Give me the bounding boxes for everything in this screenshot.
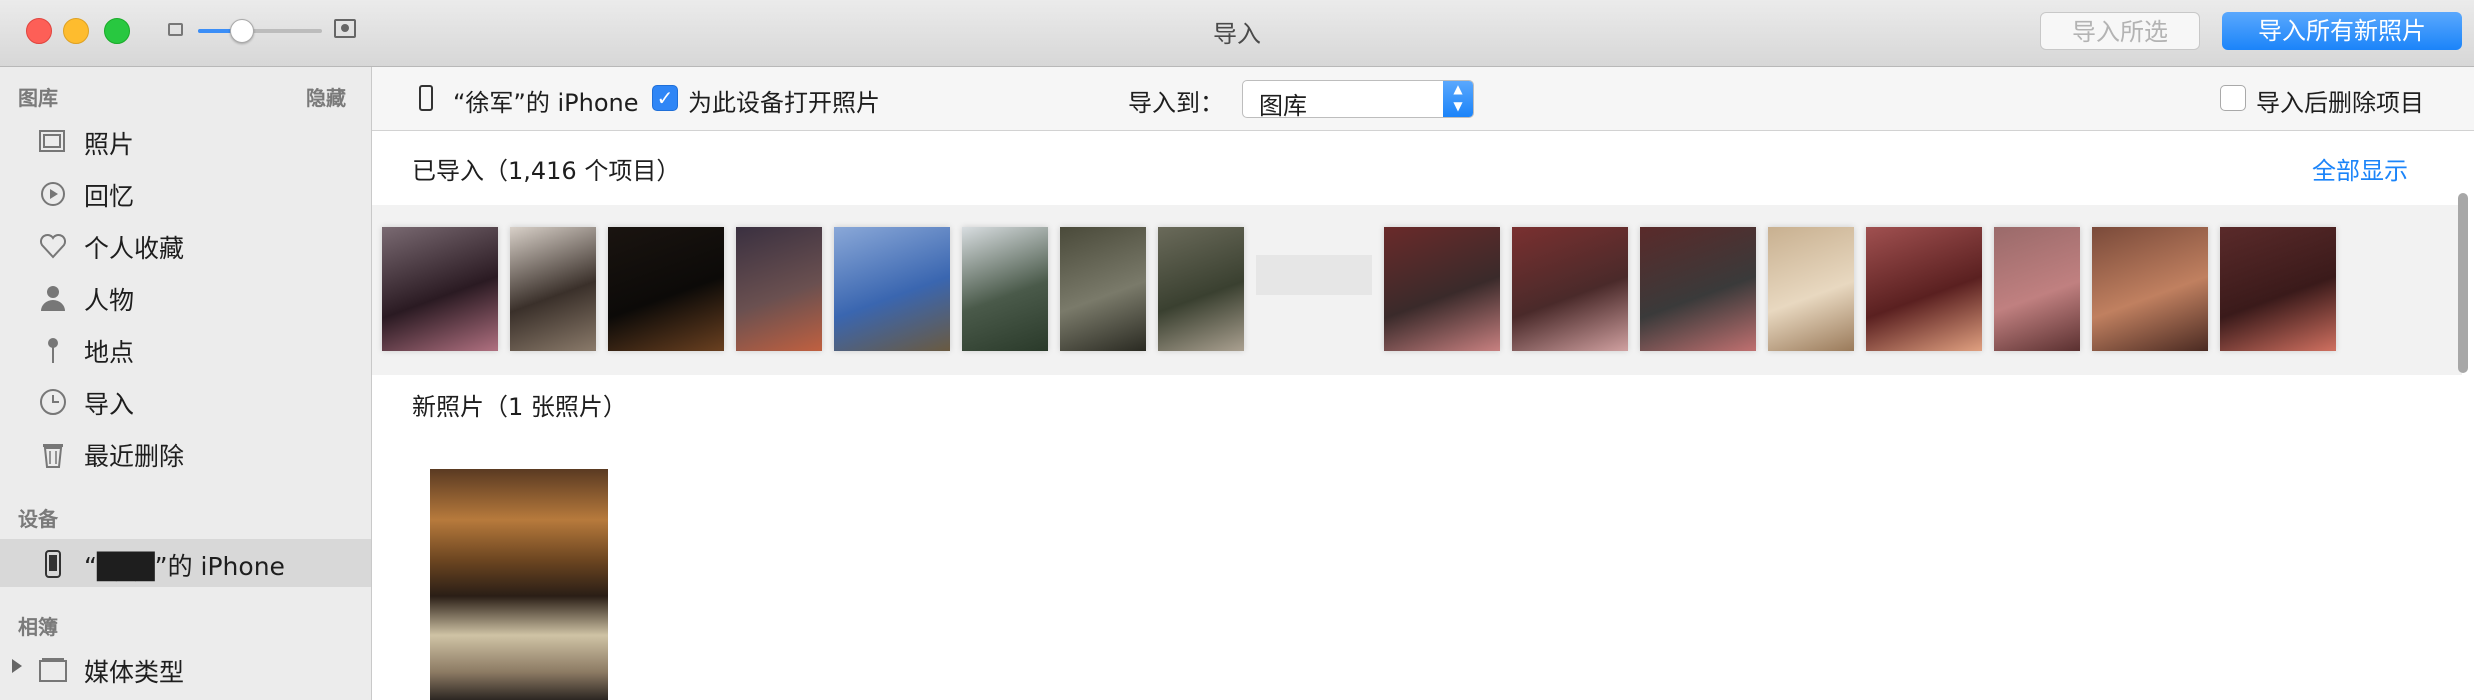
sidebar-item-label: 照片 <box>84 130 135 159</box>
import-selected-button[interactable]: 导入所选 <box>2040 12 2200 50</box>
import-destination-select[interactable]: 图库 ▲ ▼ <box>1242 80 1474 120</box>
iphone-icon <box>45 550 61 578</box>
import-toolbar: “徐军”的 iPhone ✓ 为此设备打开照片 导入到： 图库 ▲ ▼ 导入后删除… <box>372 67 2474 131</box>
sidebar-item-places[interactable]: 地点 <box>0 325 371 373</box>
imported-thumbnail[interactable] <box>1060 227 1146 351</box>
sidebar-item-photos[interactable]: 照片 <box>0 117 371 165</box>
album-folder-icon <box>39 658 67 682</box>
sidebar-item-label: 回忆 <box>84 182 135 211</box>
sidebar-item-favorites[interactable]: 个人收藏 <box>0 221 371 269</box>
sidebar-item-imports[interactable]: 导入 <box>0 377 371 425</box>
sidebar-item-iphone[interactable]: “███”的 iPhone <box>0 539 371 587</box>
sidebar: 图库 隐藏 照片 回忆 个人收藏 人物 地点 导入 最近删除 设备 “███”的… <box>0 67 372 700</box>
heart-icon <box>39 233 67 259</box>
imported-thumbnail[interactable] <box>736 227 822 351</box>
imported-thumbnail[interactable] <box>1640 227 1756 351</box>
sidebar-item-memories[interactable]: 回忆 <box>0 169 371 217</box>
imported-thumbnail[interactable] <box>1994 227 2080 351</box>
imported-thumbnail[interactable] <box>1866 227 1982 351</box>
vertical-scrollbar[interactable] <box>2458 193 2468 373</box>
disclosure-triangle-icon[interactable] <box>12 659 22 673</box>
hide-library-link[interactable]: 隐藏 <box>306 82 346 111</box>
sidebar-item-label: 媒体类型 <box>84 658 185 687</box>
sidebar-item-label: 个人收藏 <box>84 234 185 263</box>
sidebar-item-people[interactable]: 人物 <box>0 273 371 321</box>
clock-icon <box>40 389 66 415</box>
sidebar-item-label: 导入 <box>84 390 135 419</box>
sidebar-item-recently-deleted[interactable]: 最近删除 <box>0 429 371 477</box>
photos-icon <box>39 130 65 152</box>
imported-thumbnail[interactable] <box>2220 227 2336 351</box>
trash-icon <box>43 444 63 468</box>
imported-thumbnail[interactable] <box>608 227 724 351</box>
iphone-icon <box>419 85 433 111</box>
person-icon <box>41 286 65 311</box>
already-imported-title: 已导入（1,416 个项目） <box>412 157 681 185</box>
imported-thumbnail[interactable] <box>834 227 950 351</box>
import-to-label: 导入到： <box>1128 89 1224 117</box>
imported-thumbnail[interactable] <box>1256 255 1372 295</box>
sidebar-item-label: 地点 <box>84 338 135 367</box>
select-arrows-icon: ▲ ▼ <box>1443 81 1473 117</box>
imported-thumbnail[interactable] <box>510 227 596 351</box>
imported-thumbnail[interactable] <box>2092 227 2208 351</box>
imported-thumbnail[interactable] <box>1158 227 1244 351</box>
sidebar-section-albums: 相簿 <box>18 615 58 639</box>
delete-after-import-checkbox[interactable] <box>2220 85 2246 111</box>
select-value: 图库 <box>1259 92 1307 120</box>
device-label: “███”的 iPhone <box>84 552 285 581</box>
new-photo-thumbnail[interactable] <box>430 469 608 700</box>
sidebar-item-label: 最近删除 <box>84 442 185 471</box>
title-bar: 导入 导入所选 导入所有新照片 <box>0 0 2474 67</box>
pin-icon <box>48 338 58 363</box>
import-content: 已导入（1,416 个项目） 全部显示 新照片（1 张照片） <box>372 131 2474 700</box>
show-all-link[interactable]: 全部显示 <box>2312 151 2408 186</box>
device-name: “徐军”的 iPhone <box>453 89 639 117</box>
sidebar-section-library: 图库 <box>18 86 58 110</box>
import-all-new-button[interactable]: 导入所有新照片 <box>2222 12 2462 50</box>
imported-thumbnail[interactable] <box>962 227 1048 351</box>
sidebar-item-media-types[interactable]: 媒体类型 <box>0 645 371 693</box>
imported-thumbnail[interactable] <box>1384 227 1500 351</box>
delete-after-import-label[interactable]: 导入后删除项目 <box>2256 83 2424 118</box>
imported-thumbnail-strip <box>372 205 2462 375</box>
open-photos-checkbox[interactable]: ✓ <box>652 85 678 111</box>
new-photos-title: 新照片（1 张照片） <box>412 393 627 421</box>
sidebar-section-devices: 设备 <box>18 507 58 531</box>
memories-icon <box>41 182 65 206</box>
open-photos-label[interactable]: 为此设备打开照片 <box>688 83 880 118</box>
sidebar-item-label: 人物 <box>84 286 135 315</box>
imported-thumbnail[interactable] <box>382 227 498 351</box>
imported-thumbnail[interactable] <box>1512 227 1628 351</box>
imported-thumbnail[interactable] <box>1768 227 1854 351</box>
